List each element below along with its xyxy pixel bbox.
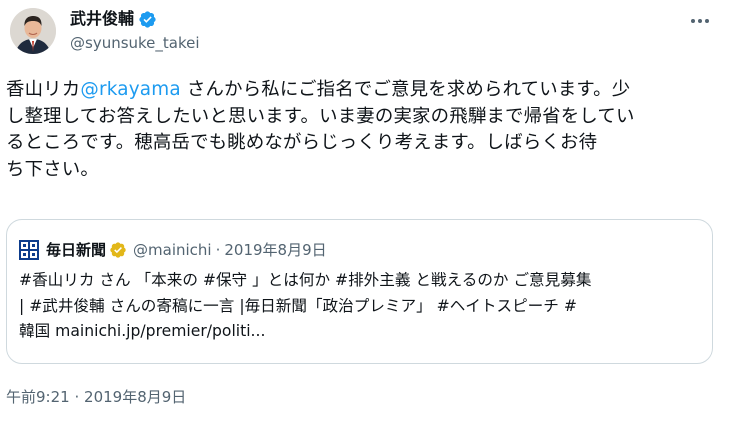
verified-badge-icon[interactable] xyxy=(138,10,157,29)
separator-dot: · xyxy=(215,240,221,259)
tweet-timestamp: 午前9:21 · 2019年8月9日 xyxy=(6,387,186,407)
separator-dot: · xyxy=(74,388,80,406)
timestamp-date-link[interactable]: 2019年8月9日 xyxy=(84,388,186,406)
tweet-text-segment: 香山リカ xyxy=(6,79,81,100)
mainichi-logo-icon xyxy=(19,239,39,260)
timestamp-time-link[interactable]: 午前9:21 xyxy=(6,388,70,406)
tweet-line: し整理してお答えしたいと思います。いま妻の実家の飛騨まで帰省をしてい xyxy=(6,105,635,127)
quoted-tweet-line: #香山リカ さん 「本来の #保守 」とは何か #排外主義 と戦えるのか ご意見… xyxy=(19,271,592,289)
author-display-name[interactable]: 武井俊輔 xyxy=(70,9,134,29)
quoted-tweet-text: #香山リカ さん 「本来の #保守 」とは何か #排外主義 と戦えるのか ご意見… xyxy=(19,268,709,345)
quoted-tweet-header: 毎日新聞 @mainichi · 2019年8月9日 xyxy=(19,239,327,260)
quoted-tweet-card[interactable]: 毎日新聞 @mainichi · 2019年8月9日 #香山リカ さん 「本来の… xyxy=(6,219,713,364)
quoted-tweet-line: | #武井俊輔 さんの寄稿に一言 |毎日新聞「政治プレミア」 #ヘイトスピーチ … xyxy=(19,296,577,315)
avatar-photo xyxy=(10,8,56,54)
tweet-line: るところです。穂高岳でも眺めながらじっくり考えます。しばらくお待 xyxy=(6,132,598,153)
tweet-line: 香山リカ@rkayama さんから私にご指名でご意見を求められています。少 xyxy=(6,77,728,104)
mention-link[interactable]: @rkayama xyxy=(80,79,181,100)
more-options-button[interactable] xyxy=(688,10,712,32)
quoted-author-name: 毎日新聞 xyxy=(46,241,107,259)
author-name-row[interactable]: 武井俊輔 xyxy=(70,9,157,29)
gold-verified-badge-icon xyxy=(109,241,127,259)
avatar[interactable] xyxy=(10,8,56,54)
author-handle[interactable]: @syunsuke_takei xyxy=(70,34,200,52)
tweet-text: 香山リカ@rkayama さんから私にご指名でご意見を求められています。少 し整… xyxy=(6,77,728,183)
quoted-tweet-date: 2019年8月9日 xyxy=(224,241,327,259)
quoted-author-handle: @mainichi xyxy=(133,240,212,259)
tweet-text-segment: さんから私にご指名でご意見を求められています。少 xyxy=(180,79,631,100)
quoted-tweet-line: 韓国 mainichi.jp/premier/politi... xyxy=(19,322,266,340)
more-horizontal-icon xyxy=(691,19,709,23)
tweet-line: ち下さい。 xyxy=(6,158,99,180)
